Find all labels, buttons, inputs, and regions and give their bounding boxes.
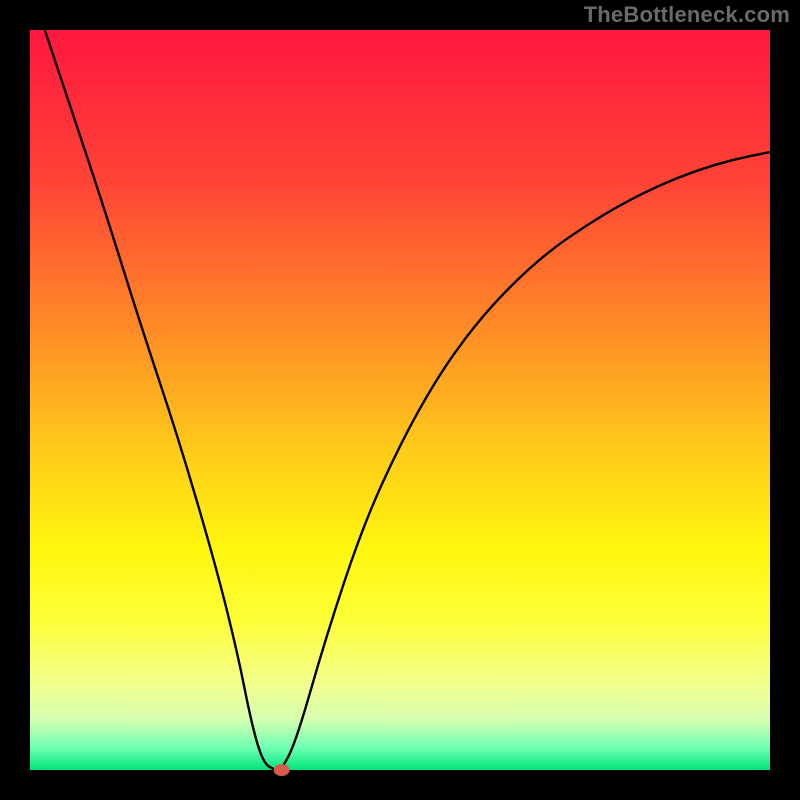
chart-frame: TheBottleneck.com [0, 0, 800, 800]
plot-background [30, 30, 770, 770]
optimum-marker [274, 764, 290, 776]
bottleneck-chart [0, 0, 800, 800]
